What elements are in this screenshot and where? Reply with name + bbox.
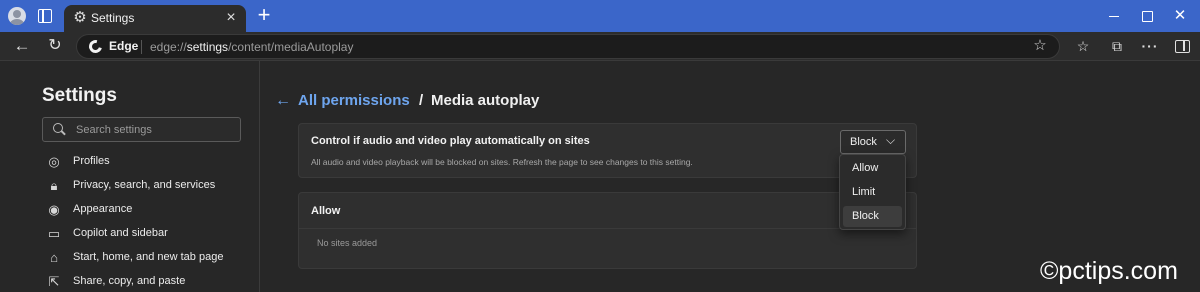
- sidebar-title: Settings: [42, 85, 117, 106]
- url-host: settings: [186, 40, 229, 54]
- dropdown-option-allow[interactable]: Allow: [843, 158, 902, 179]
- sidebar-item-privacy[interactable]: 🔒︎ Privacy, search, and services: [42, 175, 252, 197]
- profile-avatar-icon[interactable]: [8, 7, 26, 25]
- chevron-down-icon: ⌵: [886, 133, 896, 147]
- page-content: Settings ◎ Profiles 🔒︎ Privacy, search, …: [0, 61, 1200, 292]
- browser-toolbar: ← ↻ Edge edge://settings/content/mediaAu…: [0, 32, 1200, 61]
- watermark: ©pctips.com: [1040, 257, 1178, 285]
- edge-chip-label: Edge: [109, 39, 139, 53]
- address-bar[interactable]: Edge edge://settings/content/mediaAutopl…: [76, 34, 1060, 59]
- share-icon: ⇱: [48, 274, 60, 289]
- collections-icon[interactable]: ⧉: [1108, 37, 1126, 55]
- autoplay-setting-title: Control if audio and video play automati…: [311, 135, 590, 147]
- sidebar-icon: ▭: [47, 226, 61, 241]
- appearance-icon: ◉: [48, 202, 60, 217]
- close-tab-icon[interactable]: ×: [222, 9, 240, 27]
- autoplay-dropdown-menu: Allow Limit Block: [839, 154, 906, 230]
- autoplay-setting-card: Control if audio and video play automati…: [298, 123, 917, 178]
- back-icon[interactable]: ←: [12, 36, 32, 56]
- dropdown-option-block[interactable]: Block: [843, 206, 902, 227]
- search-input[interactable]: [76, 122, 236, 138]
- breadcrumb-all-permissions[interactable]: All permissions: [298, 92, 410, 109]
- allow-list-title: Allow: [311, 205, 341, 217]
- url-prefix: edge://: [150, 40, 187, 54]
- tab-title: Settings: [91, 11, 135, 25]
- search-settings-box[interactable]: [42, 117, 241, 142]
- sidebar-item-label: Copilot and sidebar: [73, 227, 168, 239]
- tab-settings[interactable]: ⚙ Settings ×: [64, 5, 246, 32]
- sidebar-item-label: Privacy, search, and services: [73, 179, 216, 191]
- sidebar-item-profiles[interactable]: ◎ Profiles: [42, 151, 252, 173]
- allow-list-card: Allow No sites added: [298, 192, 917, 269]
- favorites-icon[interactable]: ☆: [1074, 37, 1092, 55]
- reload-icon[interactable]: ↻: [45, 36, 65, 56]
- sidebar-item-copilot[interactable]: ▭ Copilot and sidebar: [42, 223, 252, 245]
- sidebar-item-label: Start, home, and new tab page: [73, 251, 224, 263]
- sidebar-item-label: Appearance: [73, 203, 133, 215]
- autoplay-setting-description: All audio and video playback will be blo…: [311, 157, 693, 167]
- page-title: Media autoplay: [431, 92, 540, 109]
- option-label: Limit: [852, 186, 876, 198]
- new-tab-icon[interactable]: +: [254, 4, 274, 26]
- settings-sidebar: Settings ◎ Profiles 🔒︎ Privacy, search, …: [0, 61, 260, 292]
- option-label: Block: [852, 210, 879, 222]
- minimize-icon[interactable]: [1104, 6, 1124, 26]
- autoplay-select[interactable]: Block ⌵: [840, 130, 906, 154]
- gear-icon: ⚙: [73, 9, 87, 26]
- close-window-icon[interactable]: ✕: [1170, 6, 1190, 26]
- address-separator: [141, 40, 142, 54]
- lock-icon: 🔒︎: [50, 178, 58, 193]
- sidebar-item-label: Profiles: [73, 155, 110, 167]
- allow-list-empty: No sites added: [317, 238, 378, 248]
- home-icon: ⌂: [50, 250, 58, 265]
- url-text[interactable]: edge://settings/content/mediaAutoplay: [150, 40, 353, 54]
- allow-list-header: Allow: [299, 193, 916, 229]
- dropdown-option-limit[interactable]: Limit: [843, 182, 902, 203]
- sidebar-item-start-home[interactable]: ⌂ Start, home, and new tab page: [42, 247, 252, 269]
- sidebar-item-appearance[interactable]: ◉ Appearance: [42, 199, 252, 221]
- autoplay-select-value: Block: [850, 136, 877, 148]
- favorite-star-icon[interactable]: ☆: [1031, 37, 1049, 55]
- profile-icon: ◎: [48, 154, 60, 169]
- breadcrumb-separator: /: [419, 92, 424, 109]
- option-label: Allow: [852, 162, 879, 174]
- sidebar-item-share[interactable]: ⇱ Share, copy, and paste: [42, 271, 252, 292]
- more-options-icon[interactable]: ···: [1141, 37, 1159, 55]
- edge-logo-icon: [86, 37, 105, 56]
- back-arrow-icon[interactable]: ←: [275, 91, 291, 111]
- sidebar-item-label: Share, copy, and paste: [73, 275, 186, 287]
- title-bar: ⚙ Settings × + ✕: [0, 0, 1200, 32]
- sidebar-toggle-icon[interactable]: [1173, 37, 1191, 55]
- maximize-icon[interactable]: [1137, 6, 1157, 26]
- search-icon: [53, 123, 65, 135]
- url-path: /content/mediaAutoplay: [228, 40, 354, 54]
- tab-actions-icon[interactable]: [38, 9, 52, 23]
